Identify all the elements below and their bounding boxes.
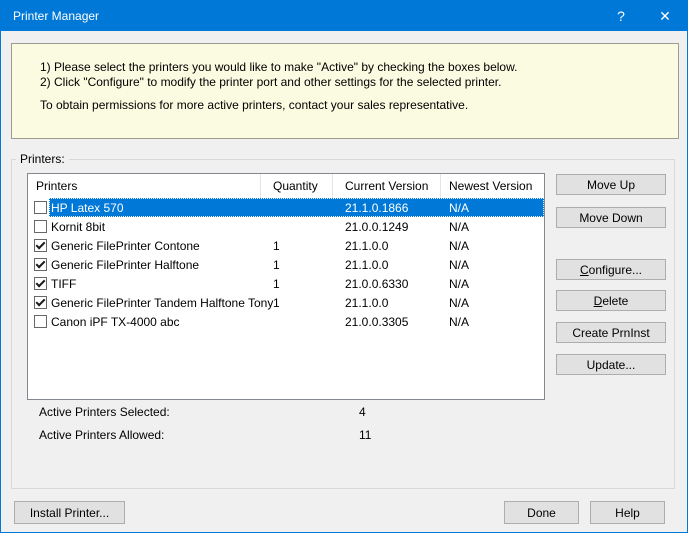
move-up-button[interactable]: Move Up — [556, 174, 666, 195]
column-header-quantity[interactable]: Quantity — [261, 174, 333, 198]
printer-current-version: 21.0.0.6330 — [333, 277, 441, 291]
printer-current-version: 21.1.0.0 — [333, 239, 441, 253]
create-prninst-label: Create PrnInst — [557, 326, 665, 340]
create-prninst-button[interactable]: Create PrnInst — [556, 322, 666, 343]
printer-newest-version: N/A — [441, 315, 544, 329]
update-button[interactable]: Update... — [556, 354, 666, 375]
printer-name: TIFF — [51, 277, 76, 291]
configure-button[interactable]: Configure... — [556, 259, 666, 280]
printer-current-version: 21.0.0.3305 — [333, 315, 441, 329]
printer-checkbox[interactable] — [34, 239, 47, 252]
column-header-current-version[interactable]: Current Version — [333, 174, 441, 198]
printer-list[interactable]: Printers Quantity Current Version Newest… — [27, 173, 545, 400]
table-row[interactable]: Canon iPF TX-4000 abc 21.0.0.3305 N/A — [28, 312, 544, 331]
printer-quantity: 1 — [261, 296, 333, 310]
printer-newest-version: N/A — [441, 277, 544, 291]
move-down-label: Move Down — [557, 211, 665, 225]
instruction-line-1: 1) Please select the printers you would … — [40, 60, 668, 75]
printer-checkbox[interactable] — [34, 258, 47, 271]
active-printers-selected-label: Active Printers Selected: — [39, 405, 170, 419]
table-row[interactable]: Kornit 8bit 21.0.0.1249 N/A — [28, 217, 544, 236]
printer-newest-version: N/A — [441, 258, 544, 272]
printers-groupbox-label: Printers: — [16, 152, 69, 166]
update-label: Update... — [557, 358, 665, 372]
printer-quantity: 1 — [261, 239, 333, 253]
printer-checkbox[interactable] — [34, 201, 47, 214]
delete-button[interactable]: Delete — [556, 290, 666, 311]
done-button[interactable]: Done — [504, 501, 579, 524]
active-printers-allowed-value: 11 — [359, 428, 371, 442]
printer-list-header: Printers Quantity Current Version Newest… — [28, 174, 544, 198]
printer-name: Generic FilePrinter Tandem Halftone Tony — [51, 296, 273, 310]
table-row[interactable]: HP Latex 570 21.1.0.1866 N/A — [28, 198, 544, 217]
printer-current-version: 21.1.0.1866 — [333, 201, 441, 215]
table-row[interactable]: Generic FilePrinter Tandem Halftone Tony… — [28, 293, 544, 312]
active-printers-selected-value: 4 — [359, 405, 366, 419]
printer-name: Generic FilePrinter Contone — [51, 239, 200, 253]
printer-current-version: 21.1.0.0 — [333, 258, 441, 272]
question-icon: ? — [617, 8, 625, 24]
printer-newest-version: N/A — [441, 296, 544, 310]
delete-label: Delete — [557, 294, 665, 308]
window-title: Printer Manager — [1, 9, 99, 23]
configure-label: Configure... — [557, 263, 665, 277]
titlebar: Printer Manager ? ✕ — [1, 1, 687, 31]
table-row[interactable]: Generic FilePrinter Contone 1 21.1.0.0 N… — [28, 236, 544, 255]
help-label: Help — [591, 506, 664, 520]
printer-quantity: 1 — [261, 258, 333, 272]
printer-newest-version: N/A — [441, 201, 544, 215]
printer-checkbox[interactable] — [34, 315, 47, 328]
move-down-button[interactable]: Move Down — [556, 207, 666, 228]
printer-name: Kornit 8bit — [51, 220, 105, 234]
active-printers-allowed-label: Active Printers Allowed: — [39, 428, 164, 442]
instruction-line-3: To obtain permissions for more active pr… — [40, 98, 668, 113]
printer-manager-dialog: Printer Manager ? ✕ 1) Please select the… — [0, 0, 688, 533]
column-header-printers[interactable]: Printers — [28, 174, 261, 198]
instruction-line-2: 2) Click "Configure" to modify the print… — [40, 75, 668, 90]
titlebar-close-button[interactable]: ✕ — [643, 1, 687, 31]
done-label: Done — [505, 506, 578, 520]
printer-current-version: 21.0.0.1249 — [333, 220, 441, 234]
printer-checkbox[interactable] — [34, 296, 47, 309]
install-printer-button[interactable]: Install Printer... — [14, 501, 125, 524]
printer-newest-version: N/A — [441, 220, 544, 234]
printer-checkbox[interactable] — [34, 220, 47, 233]
printer-checkbox[interactable] — [34, 277, 47, 290]
instructions-panel: 1) Please select the printers you would … — [11, 43, 679, 139]
printer-current-version: 21.1.0.0 — [333, 296, 441, 310]
close-icon: ✕ — [659, 8, 671, 25]
printer-name: HP Latex 570 — [51, 201, 124, 215]
column-header-newest-version[interactable]: Newest Version — [441, 174, 544, 198]
printer-quantity: 1 — [261, 277, 333, 291]
table-row[interactable]: Generic FilePrinter Halftone 1 21.1.0.0 … — [28, 255, 544, 274]
move-up-label: Move Up — [557, 178, 665, 192]
titlebar-help-button[interactable]: ? — [599, 1, 643, 31]
install-printer-label: Install Printer... — [15, 506, 124, 520]
printer-name: Generic FilePrinter Halftone — [51, 258, 199, 272]
help-button[interactable]: Help — [590, 501, 665, 524]
printer-newest-version: N/A — [441, 239, 544, 253]
table-row[interactable]: TIFF 1 21.0.0.6330 N/A — [28, 274, 544, 293]
printer-name: Canon iPF TX-4000 abc — [51, 315, 180, 329]
